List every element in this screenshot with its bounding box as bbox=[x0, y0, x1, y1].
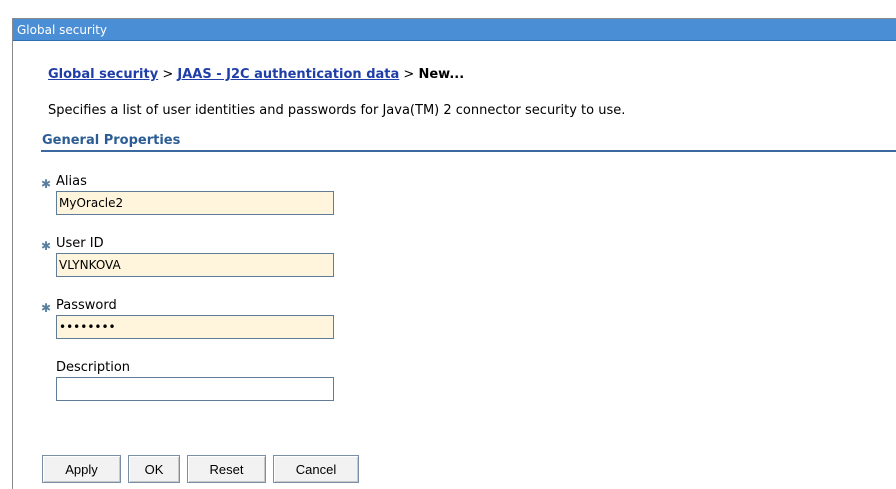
user-id-input[interactable] bbox=[56, 253, 334, 277]
ok-button[interactable]: OK bbox=[128, 455, 180, 483]
password-input[interactable] bbox=[56, 315, 334, 339]
required-icon: ✱ bbox=[41, 239, 52, 253]
breadcrumb-link-global-security[interactable]: Global security bbox=[48, 67, 158, 82]
breadcrumb-link-jaas-j2c[interactable]: JAAS - J2C authentication data bbox=[177, 67, 399, 82]
user-id-label: User ID bbox=[56, 236, 104, 251]
section-header: General Properties bbox=[41, 131, 896, 152]
reset-button[interactable]: Reset bbox=[187, 455, 266, 483]
breadcrumb-separator: > bbox=[158, 67, 178, 82]
breadcrumb-separator: > bbox=[399, 67, 419, 82]
alias-input[interactable] bbox=[56, 191, 334, 215]
page-description: Specifies a list of user identities and … bbox=[48, 103, 626, 118]
password-label: Password bbox=[56, 298, 117, 313]
global-security-panel: Global security Global security > JAAS -… bbox=[12, 18, 896, 489]
cancel-button[interactable]: Cancel bbox=[273, 455, 359, 483]
alias-label: Alias bbox=[56, 174, 87, 189]
panel-title: Global security bbox=[17, 23, 108, 37]
apply-button[interactable]: Apply bbox=[42, 455, 121, 483]
section-title: General Properties bbox=[42, 133, 181, 148]
panel-title-bar: Global security bbox=[13, 19, 896, 41]
breadcrumb: Global security > JAAS - J2C authenticat… bbox=[48, 67, 464, 82]
description-label: Description bbox=[56, 360, 131, 375]
breadcrumb-current: New... bbox=[418, 67, 465, 82]
required-icon: ✱ bbox=[41, 301, 52, 315]
required-icon: ✱ bbox=[41, 177, 52, 191]
description-input[interactable] bbox=[56, 377, 334, 401]
